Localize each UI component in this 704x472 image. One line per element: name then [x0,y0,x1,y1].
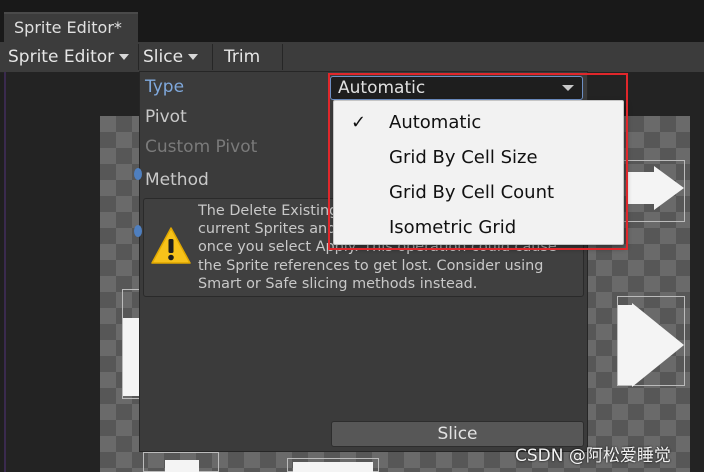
toolbar-divider [212,44,213,70]
canvas-border [4,72,6,472]
watermark: CSDN @阿松爱睡觉 [515,446,671,466]
sprite-pivot-handle[interactable] [134,168,142,180]
trim-label: Trim [224,47,261,67]
annotation-highlight-box [328,73,628,250]
type-label: Type [145,77,185,97]
chevron-down-icon [119,54,130,60]
custom-pivot-label: Custom Pivot [145,137,258,157]
sprite-editor-mode-dropdown[interactable]: Sprite Editor [8,42,130,72]
sprite-shape [628,172,654,204]
toolbar-divider [138,44,139,70]
warning-triangle-icon [151,227,191,264]
sprite-editor-mode-label: Sprite Editor [8,47,115,67]
slice-menu-button[interactable]: Slice [143,42,199,72]
warning-line: Smart or Safe slicing methods instead. [198,275,478,292]
arrow-shape [632,303,684,387]
slice-menu-label: Slice [143,47,184,67]
sprite-shape [165,460,199,472]
sprite-shape [123,318,139,396]
window-tab-sprite-editor[interactable]: Sprite Editor* [4,12,138,42]
chevron-down-icon [188,54,199,60]
warning-line: the Sprite references to get lost. Consi… [198,257,544,274]
sprite-pivot-handle[interactable] [134,225,142,237]
arrow-shape [654,166,684,210]
pivot-label: Pivot [145,107,187,127]
sprite-shape [293,462,373,472]
method-label: Method [145,170,209,190]
sprite-shape [618,305,632,385]
toolbar-divider [282,44,283,70]
trim-button[interactable]: Trim [224,42,260,72]
